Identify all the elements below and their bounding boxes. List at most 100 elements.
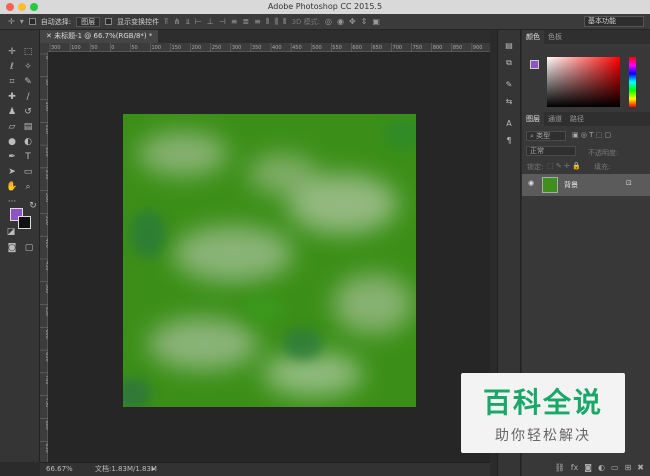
document-tab-title: 未标题-1 @ 66.7%(RGB/8*) * — [54, 32, 153, 40]
eye-icon[interactable]: ◉ — [528, 179, 534, 187]
path-select-tool-icon[interactable]: ➤ — [5, 166, 19, 179]
gradient-tool-icon[interactable]: ▤ — [21, 121, 35, 134]
healing-tool-icon[interactable]: ✚ — [5, 91, 19, 104]
filter-icons[interactable]: ▣ ◎ T ⬚ ▢ — [572, 131, 611, 139]
chevron-down-icon[interactable]: ▾ — [20, 17, 24, 26]
align-right-icon[interactable]: ⊣ — [219, 17, 226, 26]
distribute-middle-icon[interactable]: ≣ — [242, 17, 249, 26]
vertical-ruler[interactable]: 0501001502002503003504004505005506006507… — [40, 52, 50, 462]
document-tab[interactable]: ✕ 未标题-1 @ 66.7%(RGB/8*) * — [40, 30, 159, 43]
shape-tool-icon[interactable]: ▭ — [21, 166, 35, 179]
canvas-area[interactable] — [48, 52, 490, 462]
status-bar: 66.67% 文档:1.83M/1.83M ▸ — [40, 462, 490, 476]
align-middle-icon[interactable]: ⋔ — [174, 17, 181, 26]
crop-tool-icon[interactable]: ⌗ — [5, 76, 19, 89]
blend-mode-dropdown[interactable]: 正常 — [526, 146, 576, 156]
layers-panel-tabs: 图层 通道 路径 — [522, 112, 650, 126]
workspace-dropdown[interactable]: 基本功能 — [584, 16, 644, 27]
trash-icon[interactable]: ✖ — [637, 460, 644, 476]
3d-rotate-icon[interactable]: ◎ — [325, 17, 332, 26]
paragraph-panel-icon[interactable]: ¶ — [503, 135, 515, 147]
move-arrows-icon[interactable]: ✛ — [8, 17, 15, 26]
align-top-icon[interactable]: ⫪ — [164, 17, 169, 27]
align-left-icon[interactable]: ⊢ — [195, 17, 202, 26]
background-color-swatch[interactable] — [18, 216, 31, 229]
swap-colors-icon[interactable]: ↻ — [26, 200, 40, 213]
ruler-label: 700 — [393, 45, 403, 51]
quick-mask-icon[interactable]: ◙ — [5, 242, 19, 255]
ruler-label: 550 — [332, 45, 342, 51]
history-brush-tool-icon[interactable]: ↺ — [21, 106, 35, 119]
character-panel-icon[interactable]: A — [503, 118, 515, 130]
distribute-top-icon[interactable]: ≡ — [231, 17, 238, 26]
distribute-left-icon[interactable]: ⦀ — [266, 17, 270, 27]
stamp-tool-icon[interactable]: ♟ — [5, 106, 19, 119]
ruler-label: 150 — [172, 45, 182, 51]
hand-tool-icon[interactable]: ✋ — [5, 181, 19, 194]
transform-controls-checkbox[interactable] — [105, 18, 113, 25]
ruler-label: 100 — [71, 45, 81, 51]
close-window-icon[interactable] — [6, 3, 14, 11]
screen-mode-icon[interactable]: ▢ — [22, 242, 36, 255]
brush-panel-icon[interactable]: ✎ — [503, 79, 515, 91]
group-folder-icon[interactable]: ▭ — [611, 460, 619, 476]
tab-color[interactable]: 颜色 — [522, 30, 544, 44]
color-panel-tabs: 颜色 色板 — [522, 30, 650, 44]
layer-name[interactable]: 背景 — [564, 180, 578, 190]
properties-panel-icon[interactable]: ⧉ — [503, 57, 515, 69]
tab-swatches[interactable]: 色板 — [544, 30, 566, 44]
distribute-bottom-icon[interactable]: ≡ — [254, 17, 261, 26]
link-layers-icon[interactable]: ⛓ — [555, 460, 565, 476]
3d-pan-icon[interactable]: ✥ — [349, 17, 356, 26]
move-tool-icon[interactable]: ✛ — [5, 46, 19, 59]
history-panel-icon[interactable]: ▤ — [503, 40, 515, 52]
color-panel-foreground-swatch[interactable] — [530, 60, 539, 69]
3d-slide-icon[interactable]: ⇕ — [361, 17, 368, 26]
align-center-icon[interactable]: ⊥ — [207, 17, 214, 26]
hue-slider[interactable] — [629, 57, 636, 107]
layer-kind-filter[interactable]: ⌕ 类型 — [526, 131, 566, 141]
marquee-tool-icon[interactable]: ⬚ — [21, 46, 35, 59]
blur-tool-icon[interactable]: ● — [5, 136, 19, 149]
auto-select-checkbox[interactable] — [28, 18, 36, 25]
adjustments-panel-icon[interactable]: ⇆ — [503, 96, 515, 108]
ruler-label: 800 — [433, 45, 443, 51]
lasso-tool-icon[interactable]: ℓ — [5, 61, 19, 74]
tab-layers[interactable]: 图层 — [522, 112, 544, 126]
3d-roll-icon[interactable]: ◉ — [337, 17, 344, 26]
adjustment-layer-icon[interactable]: ◐ — [598, 460, 605, 476]
fx-icon[interactable]: fx — [571, 460, 579, 476]
ruler-label: 300 — [51, 45, 61, 51]
lock-icons[interactable]: ⬚ ✎ ✛ 🔒 — [547, 162, 581, 170]
tab-channels[interactable]: 通道 — [544, 112, 566, 126]
brush-tool-icon[interactable]: ∕ — [21, 91, 35, 104]
status-menu-icon[interactable]: ▸ — [152, 463, 156, 476]
eraser-tool-icon[interactable]: ▱ — [5, 121, 19, 134]
ruler-origin[interactable] — [40, 43, 48, 52]
mask-icon[interactable]: ◙ — [584, 460, 592, 476]
distribute-right-icon[interactable]: ⦀ — [283, 17, 287, 27]
pen-tool-icon[interactable]: ✒ — [5, 151, 19, 164]
3d-scale-icon[interactable]: ▣ — [372, 17, 380, 26]
layer-row-background[interactable]: ◉ 背景 ⊡ — [522, 174, 650, 196]
default-colors-icon[interactable]: ◪ — [4, 226, 18, 239]
color-spectrum-picker[interactable] — [547, 57, 620, 107]
dodge-tool-icon[interactable]: ◐ — [21, 136, 35, 149]
tab-paths[interactable]: 路径 — [566, 112, 588, 126]
eyedropper-tool-icon[interactable]: ✎ — [21, 76, 35, 89]
zoom-level[interactable]: 66.67% — [46, 463, 73, 476]
align-bottom-icon[interactable]: ⫫ — [185, 17, 190, 27]
vertical-ruler-ticks: 0501001502002503003504004505005506006507… — [40, 53, 50, 453]
distribute-center-icon[interactable]: ⫼ — [274, 17, 278, 27]
minimize-window-icon[interactable] — [18, 3, 26, 11]
magic-wand-tool-icon[interactable]: ✧ — [21, 61, 35, 74]
tab-close-icon[interactable]: ✕ — [46, 32, 54, 40]
ruler-label: 100 — [151, 45, 161, 51]
zoom-tool-icon[interactable]: ⌕ — [21, 181, 35, 194]
auto-select-dropdown[interactable]: 图层 — [76, 16, 101, 27]
cloud-texture-canvas[interactable] — [123, 114, 416, 407]
new-layer-icon[interactable]: ⊞ — [625, 460, 632, 476]
maximize-window-icon[interactable] — [30, 3, 38, 11]
horizontal-ruler[interactable]: 300 100 50 0 50 100 150 200 250 300 350 400 450 500 55… — [48, 43, 490, 52]
type-tool-icon[interactable]: T — [21, 151, 35, 164]
